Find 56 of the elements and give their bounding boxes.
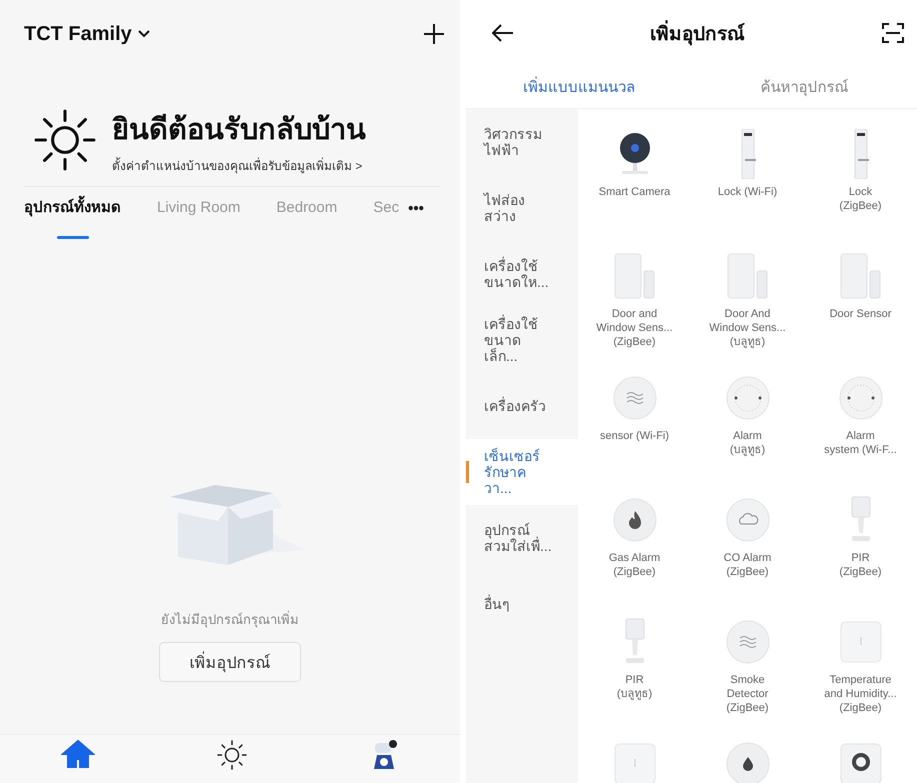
device-label[interactable]: Smoke Detector (ZigBee): [726, 673, 769, 715]
category-item[interactable]: เซ็นเซอร์รักษาควา...: [466, 439, 578, 505]
empty-message: ยังไม่มีอุปกรณ์กรุณาเพิ่ม: [161, 610, 299, 630]
location-setup-link[interactable]: ตั้งค่าตำแหน่งบ้านของคุณเพื่อรับข้อมูลเพิ่มเติม >: [112, 156, 366, 174]
add-device-button[interactable]: เพิ่มอุปกรณ์: [159, 642, 301, 682]
device-label[interactable]: Smart Camera: [598, 185, 670, 199]
door-sensor-icon: [612, 253, 656, 299]
family-selector[interactable]: TCT Family: [24, 22, 150, 46]
device-label[interactable]: Alarm system (Wi-F...: [824, 429, 897, 457]
device-label[interactable]: Gas Alarm (ZigBee): [608, 551, 660, 579]
door-sensor-icon: [726, 253, 770, 299]
device-label[interactable]: Door And Window Sens... (บลูทูธ): [709, 307, 786, 349]
device-label[interactable]: Lock (Wi-Fi): [718, 185, 778, 199]
category-item[interactable]: เครื่องครัว: [466, 373, 578, 439]
room-tab[interactable]: อุปกรณ์ทั้งหมด: [21, 193, 124, 239]
alarm-icon: [726, 376, 770, 420]
flame-icon: [612, 498, 656, 542]
door-lock-icon: [852, 129, 870, 179]
device-label[interactable]: CO Alarm (ZigBee): [724, 551, 772, 579]
sun-icon[interactable]: [216, 739, 248, 771]
device-label[interactable]: PIR (ZigBee): [839, 551, 882, 579]
alarm-icon: [838, 376, 882, 420]
device-label[interactable]: sensor (Wi-Fi): [600, 429, 670, 443]
thermometer-icon: [840, 621, 882, 663]
mode-tab[interactable]: เพิ่มแบบแมนนวล: [466, 66, 692, 108]
mode-tab[interactable]: ค้นหาอุปกรณ์: [692, 66, 917, 108]
category-item[interactable]: ไฟส่องสว่าง: [466, 175, 578, 241]
more-button[interactable]: •••: [408, 200, 424, 232]
device-label[interactable]: Door Sensor: [830, 307, 892, 321]
category-item[interactable]: วิศวกรรมไฟฟ้า: [466, 109, 578, 175]
device-label[interactable]: Door and Window Sens... (ZigBee): [596, 307, 673, 349]
cloud-icon: [726, 498, 770, 542]
category-item[interactable]: เครื่องใช้ขนาดให...: [466, 241, 578, 307]
camera-icon: [618, 131, 652, 177]
door-sensor-icon: [838, 253, 882, 299]
category-item[interactable]: อื่นๆ: [466, 571, 578, 637]
motion-sensor-icon: [622, 618, 646, 666]
door-lock-icon: [738, 129, 756, 179]
welcome-title: ยินดีต้อนรับกลับบ้าน: [112, 112, 366, 148]
home-icon[interactable]: [60, 739, 95, 769]
sun-icon: [32, 107, 98, 173]
device-label[interactable]: Alarm (บลูทูธ): [730, 429, 766, 457]
back-icon[interactable]: [492, 24, 514, 42]
sensor-icon: [726, 620, 770, 664]
scan-icon[interactable]: [881, 22, 905, 44]
motion-sensor-icon: [848, 496, 872, 544]
device-label[interactable]: Lock (ZigBee): [839, 185, 882, 213]
device-label[interactable]: Temperature and Humidity... (ZigBee): [824, 673, 897, 715]
page-title: เพิ่มอุปกรณ์: [650, 18, 745, 48]
chevron-down-icon: [138, 30, 150, 38]
water-drop-icon: [726, 742, 770, 783]
sensor-icon: [612, 376, 656, 420]
add-icon[interactable]: [422, 22, 446, 46]
device-label[interactable]: PIR (บลูทูธ): [616, 673, 652, 701]
category-item[interactable]: เครื่องใช้ขนาดเล็ก...: [466, 307, 578, 373]
category-item[interactable]: อุปกรณ์สวมใส่เพื่...: [466, 505, 578, 571]
